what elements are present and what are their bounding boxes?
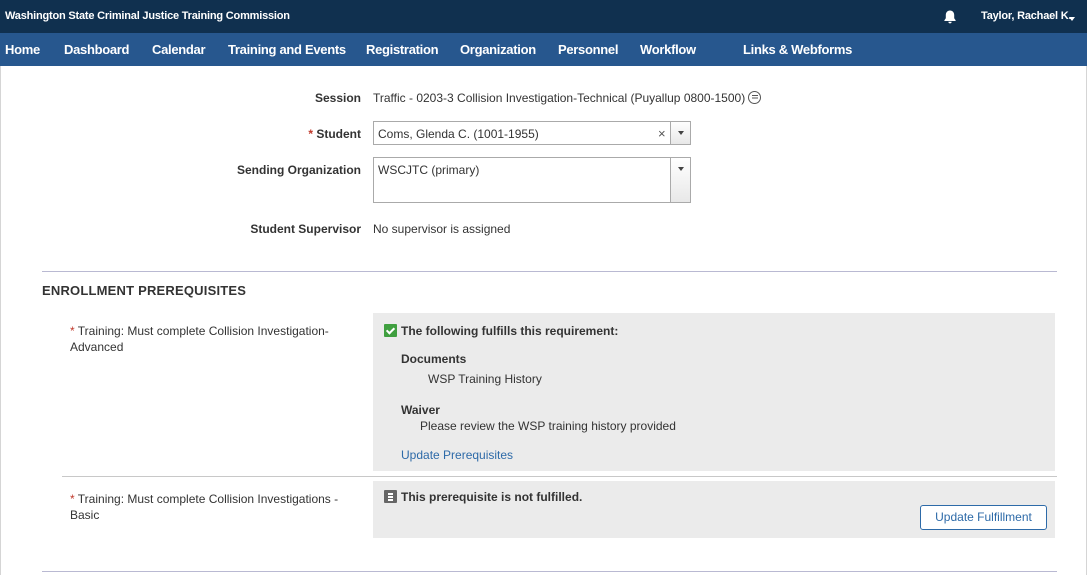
prereq-label-text: Training: Must complete Collision Invest… (70, 324, 329, 354)
required-marker: * (70, 324, 75, 338)
sending-org-label: Sending Organization (236, 163, 361, 177)
nav-home[interactable]: Home (5, 42, 40, 57)
waiver-heading: Waiver (401, 403, 440, 417)
nav-calendar[interactable]: Calendar (152, 42, 206, 57)
prereq-fulfilled-panel: The following fulfills this requirement:… (373, 313, 1055, 471)
required-marker: * (308, 127, 313, 141)
nav-personnel[interactable]: Personnel (558, 42, 618, 57)
nav-dashboard[interactable]: Dashboard (64, 42, 130, 57)
unfulfilled-status: This prerequisite is not fulfilled. (401, 490, 583, 504)
waiver-value: Please review the WSP training history p… (420, 419, 676, 433)
nav-links-webforms[interactable]: Links & Webforms (743, 42, 852, 57)
session-label: Session (314, 91, 361, 105)
bottom-divider (42, 571, 1057, 572)
bell-icon[interactable] (942, 9, 958, 25)
session-value: Traffic - 0203-3 Collision Investigation… (373, 91, 746, 105)
documents-heading: Documents (401, 352, 467, 366)
sending-org-value: WSCJTC (primary) (378, 163, 480, 177)
caret-down-icon[interactable] (1069, 17, 1075, 21)
clear-icon[interactable]: × (658, 126, 666, 141)
page-frame-right (1083, 66, 1087, 575)
chevron-down-icon[interactable] (670, 158, 690, 202)
student-label: * Student (308, 127, 361, 141)
user-menu[interactable]: Taylor, Rachael K. (981, 10, 1072, 22)
check-icon (384, 324, 397, 337)
prereq-label: * Training: Must complete Collision Inve… (70, 323, 360, 355)
note-icon[interactable] (748, 91, 761, 104)
supervisor-label: Student Supervisor (250, 222, 361, 236)
student-label-text: Student (316, 127, 361, 141)
page-frame-left (0, 66, 4, 575)
prereq-label: * Training: Must complete Collision Inve… (70, 491, 360, 523)
prereq-label-text: Training: Must complete Collision Invest… (70, 492, 339, 522)
top-bar: Washington State Criminal Justice Traini… (0, 0, 1087, 33)
documents-value: WSP Training History (428, 372, 542, 386)
app-title: Washington State Criminal Justice Traini… (5, 10, 290, 22)
chevron-down-icon[interactable] (670, 122, 690, 144)
student-select[interactable]: Coms, Glenda C. (1001-1955) × (373, 121, 691, 145)
fulfilled-status: The following fulfills this requirement: (401, 324, 619, 338)
list-icon (384, 490, 397, 503)
prereq-unfulfilled-panel: This prerequisite is not fulfilled. Upda… (373, 481, 1055, 538)
nav-workflow[interactable]: Workflow (640, 42, 696, 57)
required-marker: * (70, 492, 75, 506)
nav-organization[interactable]: Organization (460, 42, 536, 57)
section-divider (42, 271, 1057, 272)
main-nav: Home Dashboard Calendar Training and Eve… (0, 33, 1087, 66)
prereq-divider (62, 476, 1057, 477)
supervisor-value: No supervisor is assigned (373, 222, 511, 236)
sending-org-select[interactable]: WSCJTC (primary) (373, 157, 691, 203)
section-title: ENROLLMENT PREREQUISITES (42, 283, 247, 298)
student-select-value: Coms, Glenda C. (1001-1955) (378, 127, 539, 141)
update-prerequisites-link[interactable]: Update Prerequisites (401, 448, 513, 462)
nav-training-and-events[interactable]: Training and Events (228, 42, 346, 57)
nav-registration[interactable]: Registration (366, 42, 439, 57)
update-fulfillment-button[interactable]: Update Fulfillment (920, 505, 1047, 530)
